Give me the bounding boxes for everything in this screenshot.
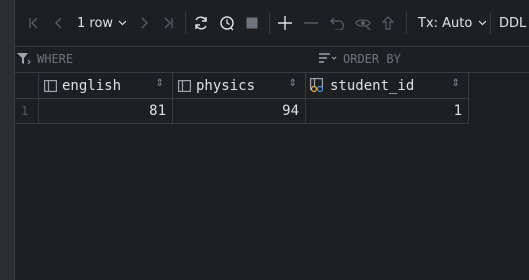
first-page-icon[interactable]	[26, 13, 42, 33]
cell-student-id[interactable]: 1	[306, 99, 469, 124]
add-row-icon[interactable]	[276, 13, 294, 33]
sort-icon	[319, 53, 337, 63]
where-label: WHERE	[37, 52, 74, 66]
column-icon	[178, 79, 191, 92]
revert-icon[interactable]	[328, 13, 346, 33]
ddl-button[interactable]: DDL	[499, 13, 526, 33]
last-page-icon[interactable]	[160, 13, 176, 33]
column-name: english	[62, 77, 122, 94]
toolbar-separator	[490, 12, 491, 34]
sort-toggle-icon[interactable]: ⇕	[289, 78, 297, 89]
previous-page-icon[interactable]	[51, 13, 67, 33]
transaction-mode-dropdown[interactable]: Tx: Auto	[418, 13, 487, 33]
transaction-mode-label: Tx: Auto	[418, 15, 473, 31]
row-number-header	[15, 73, 39, 99]
toolbar-separator	[269, 12, 270, 34]
sort-toggle-icon[interactable]: ⇕	[156, 78, 164, 89]
toolbar-separator	[185, 12, 186, 34]
column-header-physics[interactable]: physics ⇕	[173, 73, 306, 99]
where-filter-input[interactable]: WHERE	[17, 52, 73, 66]
preview-changes-icon[interactable]	[354, 13, 372, 33]
auto-refresh-clock-icon[interactable]	[218, 13, 236, 33]
stop-icon[interactable]	[244, 13, 260, 33]
row-number[interactable]: 1	[15, 99, 39, 124]
ddl-label: DDL	[499, 15, 527, 31]
column-header-student-id[interactable]: student_id ⇕	[306, 73, 469, 99]
filter-bar: WHERE ORDER BY	[15, 47, 529, 73]
next-page-icon[interactable]	[136, 13, 152, 33]
cell-physics[interactable]: 94	[173, 99, 306, 124]
sort-toggle-icon[interactable]: ⇕	[452, 78, 460, 89]
rows-count-label: 1 row	[77, 15, 114, 31]
column-icon	[44, 79, 57, 92]
submit-icon[interactable]	[380, 13, 396, 33]
column-name: physics	[196, 77, 256, 94]
column-name: student_id	[330, 77, 415, 94]
cell-english[interactable]: 81	[39, 99, 173, 124]
left-gutter	[0, 0, 15, 280]
delete-row-icon[interactable]	[302, 13, 320, 33]
key-column-icon	[310, 78, 324, 93]
order-by-label: ORDER BY	[343, 52, 401, 66]
rows-count-dropdown[interactable]: 1 row	[77, 13, 127, 33]
chevron-down-icon	[118, 20, 127, 26]
toolbar: 1 row Tx: Auto DDL	[15, 0, 529, 47]
filter-icon	[17, 53, 31, 65]
order-by-input[interactable]: ORDER BY	[319, 52, 401, 66]
toolbar-separator	[406, 12, 407, 34]
chevron-down-icon	[478, 20, 487, 26]
column-header-english[interactable]: english ⇕	[39, 73, 173, 99]
refresh-icon[interactable]	[192, 13, 210, 33]
